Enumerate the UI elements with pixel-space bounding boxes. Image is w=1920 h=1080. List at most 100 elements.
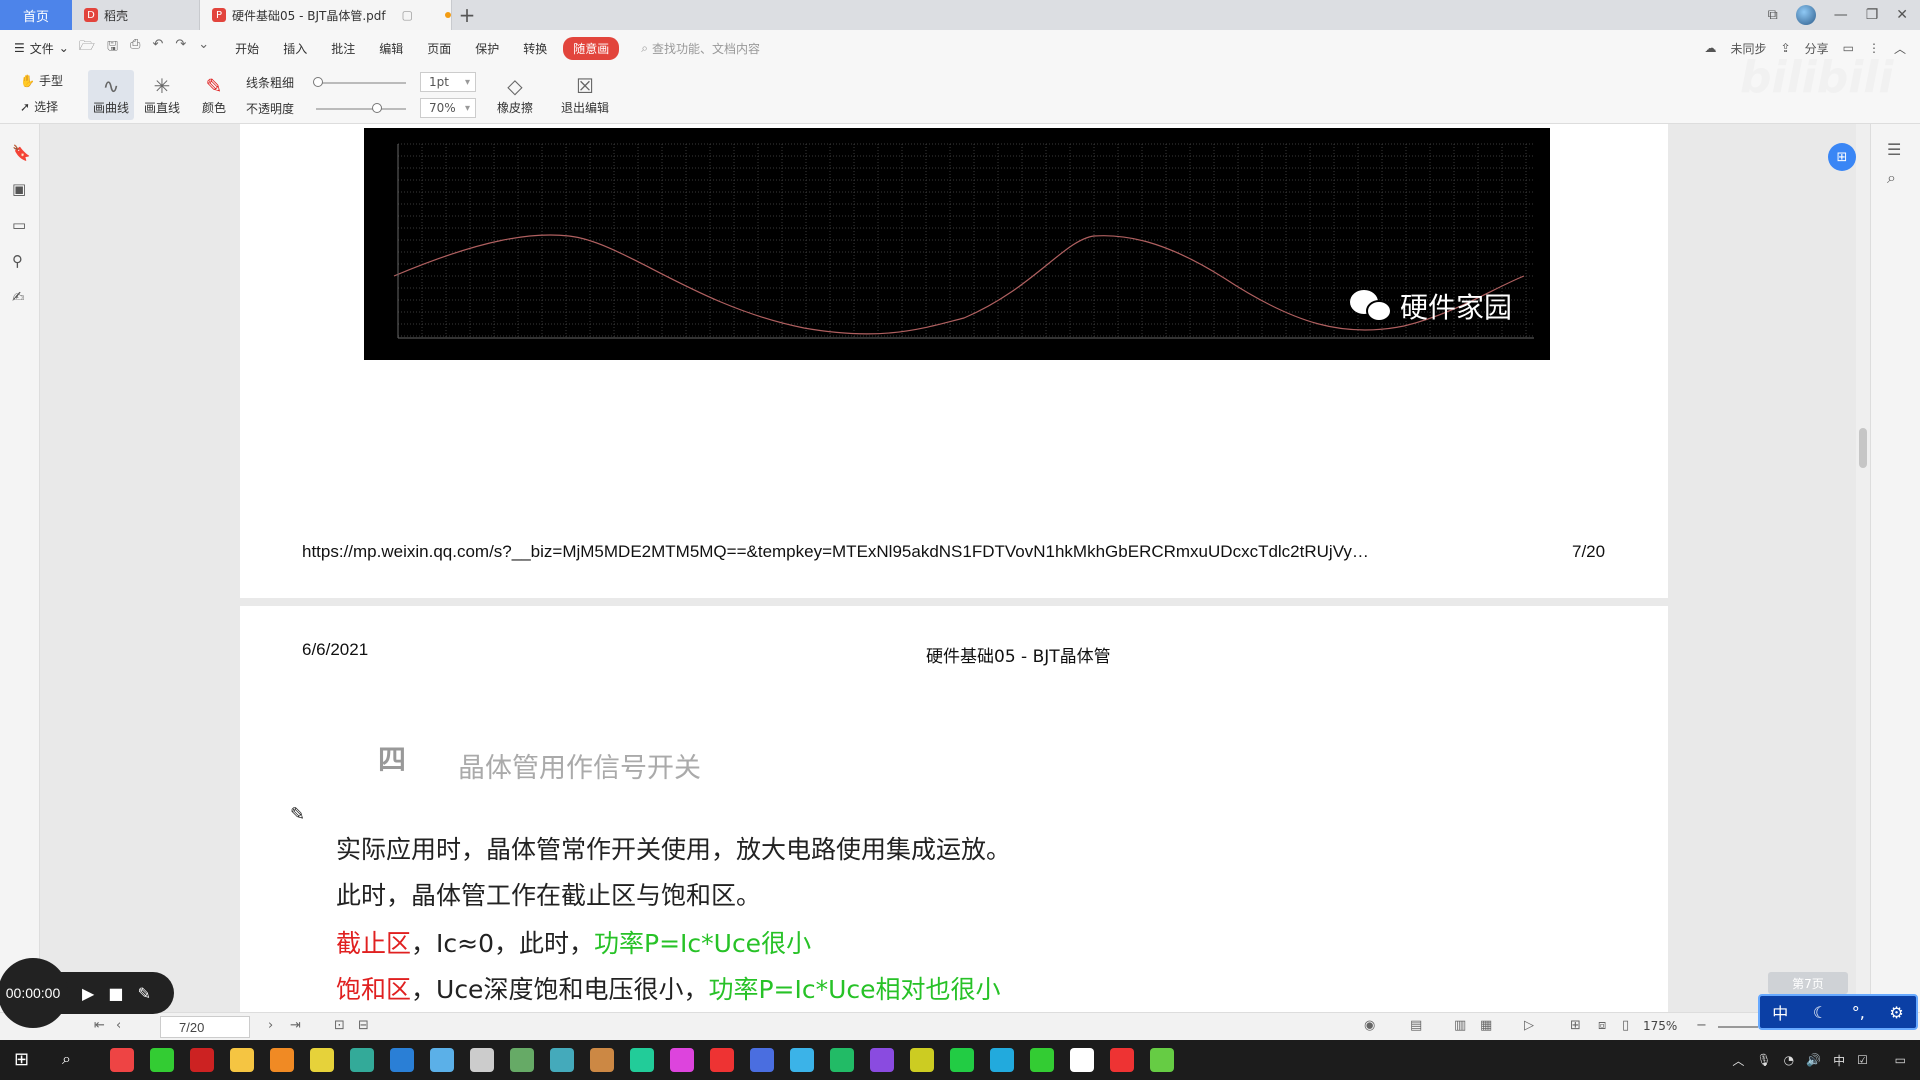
gear-icon[interactable]: ⚙ <box>1889 1003 1903 1022</box>
avatar[interactable] <box>1795 5 1816 25</box>
menu-annotate[interactable]: 批注 <box>319 40 367 57</box>
eraser-button[interactable]: ◇ 橡皮擦 <box>490 70 540 120</box>
notification-tray-icon[interactable]: ☑ <box>1857 1053 1868 1067</box>
continuous-page-icon[interactable]: ▥ <box>1454 1018 1466 1033</box>
menu-convert[interactable]: 转换 <box>511 40 559 57</box>
close-icon[interactable]: ✕ <box>1896 7 1908 23</box>
taskbar-search-icon[interactable]: ⌕ <box>62 1049 71 1069</box>
exit-edit-button[interactable]: ☒ 退出编辑 <box>558 70 612 120</box>
zoom-out-icon[interactable]: − <box>1696 1018 1707 1033</box>
taskbar-app-icon[interactable] <box>430 1048 454 1072</box>
signature-icon[interactable]: ✍ <box>12 288 25 306</box>
menu-page[interactable]: 页面 <box>415 40 463 57</box>
undo-icon[interactable]: ↶ <box>152 37 163 59</box>
cloud-sync-icon[interactable]: ☁ <box>1705 41 1717 55</box>
microphone-icon[interactable]: 🎙 <box>1756 1053 1771 1067</box>
page-number-input[interactable]: 7/20 <box>160 1016 250 1038</box>
more-chevron-icon[interactable]: ⌄ <box>198 37 209 59</box>
taskbar-app-icon[interactable] <box>910 1048 934 1072</box>
taskbar-app-icon[interactable] <box>790 1048 814 1072</box>
vertical-scrollbar[interactable] <box>1856 124 1870 1012</box>
tab-home[interactable]: 首页 <box>0 0 72 30</box>
select-tool[interactable]: ➚ 选择 <box>20 98 58 115</box>
action-center-icon[interactable]: ▭ <box>1895 1053 1906 1067</box>
layout-icon[interactable]: ⧉ <box>1768 7 1778 23</box>
menu-protect[interactable]: 保护 <box>463 40 511 57</box>
menu-edit[interactable]: 编辑 <box>367 40 415 57</box>
print-icon[interactable]: ⎙ <box>130 37 140 59</box>
opacity-slider[interactable] <box>316 108 406 110</box>
bookmark-icon[interactable]: 🔖 <box>12 144 31 162</box>
ghost-page-button[interactable]: 第7页 <box>1768 972 1848 994</box>
play-slideshow-icon[interactable]: ▷ <box>1524 1018 1534 1033</box>
pen-icon[interactable]: ✎ <box>137 984 150 1003</box>
menu-insert[interactable]: 插入 <box>271 40 319 57</box>
thickness-slider[interactable] <box>316 82 406 84</box>
open-folder-icon[interactable]: 🗁 <box>79 37 95 59</box>
double-page-icon[interactable]: ▦ <box>1480 1018 1492 1033</box>
menu-start[interactable]: 开始 <box>223 40 271 57</box>
thickness-select[interactable]: 1pt ▾ <box>420 72 476 92</box>
tab-close-icon[interactable]: ▢ <box>402 8 413 22</box>
clock[interactable] <box>1880 1047 1883 1073</box>
prev-page-icon[interactable]: ‹ <box>116 1018 121 1033</box>
next-page-icon[interactable]: › <box>268 1018 273 1033</box>
opacity-slider-knob[interactable] <box>372 103 382 113</box>
taskbar-app-icon[interactable] <box>710 1048 734 1072</box>
comment-panel-icon[interactable]: ▭ <box>12 216 26 234</box>
draw-line-button[interactable]: ✳ 画直线 <box>140 70 184 120</box>
search-box[interactable]: ⌕ 查找功能、文档内容 <box>641 40 760 57</box>
play-icon[interactable]: ▶ <box>82 984 94 1003</box>
taskbar-app-icon[interactable] <box>350 1048 374 1072</box>
fit-icon[interactable]: ⊞ <box>1570 1018 1581 1033</box>
draw-curve-button[interactable]: ∿ 画曲线 <box>88 70 134 120</box>
taskbar-app-icon[interactable] <box>110 1048 134 1072</box>
network-icon[interactable]: ◔ <box>1784 1053 1794 1067</box>
taskbar-app-icon[interactable] <box>270 1048 294 1072</box>
restore-icon[interactable]: ❐ <box>1866 7 1879 23</box>
save-icon[interactable]: 🖫 <box>107 37 118 59</box>
eye-protect-icon[interactable]: ◉ <box>1364 1018 1375 1033</box>
zoom-level[interactable]: 175% <box>1643 1019 1677 1033</box>
taskbar-app-icon[interactable] <box>1030 1048 1054 1072</box>
taskbar-app-icon[interactable] <box>1150 1048 1174 1072</box>
taskbar-app-icon[interactable] <box>830 1048 854 1072</box>
actual-size-icon[interactable]: ▯ <box>1622 1018 1629 1033</box>
taskbar-app-icon[interactable] <box>150 1048 174 1072</box>
tray-chevron-icon[interactable]: ︿ <box>1732 1052 1744 1069</box>
fit-width-icon[interactable]: ⊟ <box>358 1018 369 1033</box>
taskbar-app-icon[interactable] <box>510 1048 534 1072</box>
taskbar-app-icon[interactable] <box>1110 1048 1134 1072</box>
taskbar-app-icon[interactable] <box>190 1048 214 1072</box>
hand-tool[interactable]: ✋ 手型 <box>20 72 63 89</box>
floating-translate-button[interactable]: ⊞ <box>1828 143 1856 171</box>
fit-page-icon[interactable]: ⊡ <box>334 1018 345 1033</box>
menu-freehand-draw[interactable]: 随意画 <box>563 36 620 60</box>
tab-active-document[interactable]: P 硬件基础05 - BJT晶体管.pdf ▢ <box>200 0 452 30</box>
attachment-icon[interactable]: ⚲ <box>12 252 23 270</box>
minimize-icon[interactable]: — <box>1834 7 1848 23</box>
new-tab-button[interactable]: + <box>452 0 482 30</box>
thumbnail-icon[interactable]: ▣ <box>12 180 26 198</box>
tab-docer[interactable]: D 稻壳 <box>72 0 200 30</box>
opacity-select[interactable]: 70% ▾ <box>420 98 476 118</box>
taskbar-app-icon[interactable] <box>670 1048 694 1072</box>
taskbar-app-icon[interactable] <box>870 1048 894 1072</box>
zoom-slider[interactable] <box>1718 1026 1758 1028</box>
taskbar-app-icon[interactable] <box>630 1048 654 1072</box>
last-page-icon[interactable]: ⇥ <box>290 1018 301 1033</box>
ime-language[interactable]: 中 <box>1772 1000 1788 1024</box>
taskbar-app-icon[interactable] <box>390 1048 414 1072</box>
collapse-ribbon-icon[interactable]: ︿ <box>1894 40 1906 57</box>
taskbar-app-icon[interactable] <box>950 1048 974 1072</box>
taskbar-app-icon[interactable] <box>590 1048 614 1072</box>
first-page-icon[interactable]: ⇤ <box>94 1018 105 1033</box>
taskbar-app-icon[interactable] <box>230 1048 254 1072</box>
crop-icon[interactable]: ⧈ <box>1598 1018 1606 1033</box>
ime-tray-icon[interactable]: 中 <box>1833 1052 1845 1069</box>
windows-start-icon[interactable]: ⊞ <box>14 1049 29 1070</box>
taskbar-app-icon[interactable] <box>750 1048 774 1072</box>
panel-menu-icon[interactable]: ☰ <box>1887 140 1901 159</box>
thickness-slider-knob[interactable] <box>313 77 323 87</box>
moon-icon[interactable]: ☾ <box>1813 1003 1827 1022</box>
